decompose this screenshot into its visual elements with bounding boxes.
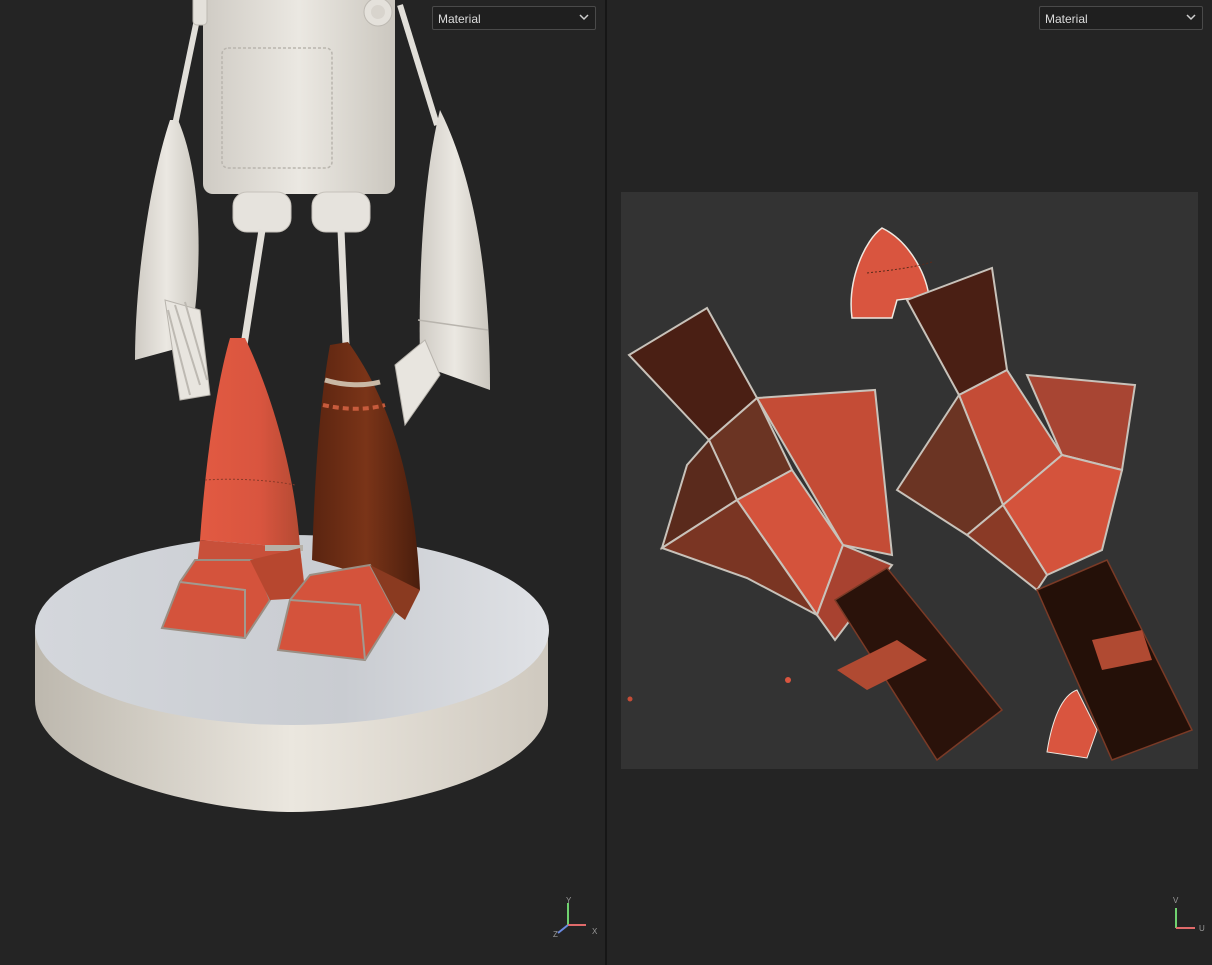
right-arm (394, 110, 490, 427)
material-dropdown[interactable]: Material (432, 6, 596, 30)
left-arm (135, 120, 211, 401)
material-dropdown[interactable]: Material (1039, 6, 1203, 30)
axis-v-label: V (1173, 896, 1179, 905)
axis-y-label: Y (566, 896, 572, 905)
axis-u-label: U (1199, 924, 1205, 933)
axis-z-label: Z (553, 930, 558, 939)
3d-viewport[interactable]: Material Y X Z (0, 0, 605, 965)
axis-x-label: X (592, 927, 598, 936)
dropdown-value: Material (1045, 12, 1088, 26)
chevron-down-icon (1186, 14, 1196, 21)
uv-layout[interactable] (607, 0, 1212, 965)
robot-3d-model[interactable] (0, 0, 605, 965)
robot-torso (192, 0, 395, 194)
uv-viewport[interactable]: Material V U (607, 0, 1212, 965)
dropdown-value: Material (438, 12, 481, 26)
chevron-down-icon (579, 14, 589, 21)
